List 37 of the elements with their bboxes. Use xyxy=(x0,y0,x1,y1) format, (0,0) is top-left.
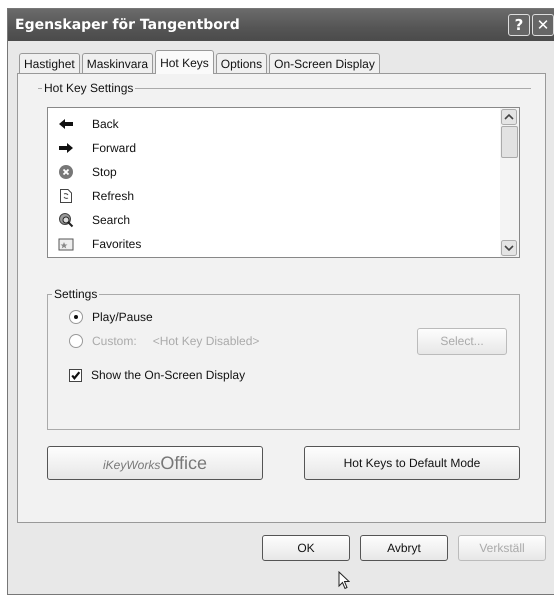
stop-icon xyxy=(58,164,74,180)
tab[interactable]: Options xyxy=(216,53,268,73)
scrollbar[interactable] xyxy=(500,108,519,257)
hot-key-value: <Hot Key Disabled> xyxy=(152,334,260,348)
checkbox[interactable] xyxy=(69,368,82,382)
left-arrow-icon xyxy=(58,116,74,132)
default-mode-button[interactable]: Hot Keys to Default Mode xyxy=(304,446,520,480)
refresh-icon xyxy=(58,188,74,204)
tab[interactable]: On-Screen Display xyxy=(269,53,380,73)
window-title: Egenskaper för Tangentbord xyxy=(15,17,241,33)
dialog-button[interactable]: OK xyxy=(262,535,350,561)
tab[interactable]: Maskinvara xyxy=(82,53,154,73)
close-button[interactable]: ✕ xyxy=(532,14,554,36)
radio-label: Custom: xyxy=(92,334,137,348)
help-button[interactable]: ? xyxy=(508,14,530,36)
radio-label: Play/Pause xyxy=(92,310,153,324)
list-item[interactable]: Forward xyxy=(58,136,500,160)
scroll-up-button[interactable] xyxy=(501,109,517,125)
scroll-thumb[interactable] xyxy=(501,126,518,158)
dialog-button[interactable]: Avbryt xyxy=(360,535,448,561)
ikeyworks-button[interactable]: iKeyWorksOffice xyxy=(47,446,263,480)
checkbox-label: Show the On-Screen Display xyxy=(91,368,246,382)
list-item[interactable]: Back xyxy=(58,112,500,136)
group-title: Settings xyxy=(52,287,100,301)
list-item[interactable]: Stop xyxy=(58,160,500,184)
list-item[interactable]: Search xyxy=(58,208,500,232)
right-arrow-icon xyxy=(58,140,74,156)
list-item[interactable]: Favorites xyxy=(58,232,500,256)
list-item[interactable]: Refresh xyxy=(58,184,500,208)
radio-button[interactable] xyxy=(69,310,83,324)
group-title: Hot Key Settings xyxy=(42,81,136,95)
star-folder-icon xyxy=(58,236,74,252)
scroll-down-button[interactable] xyxy=(501,240,517,256)
tab[interactable]: Hastighet xyxy=(19,53,80,73)
cursor-icon xyxy=(338,571,350,590)
search-icon xyxy=(58,212,74,228)
tab[interactable]: Hot Keys xyxy=(155,50,214,74)
